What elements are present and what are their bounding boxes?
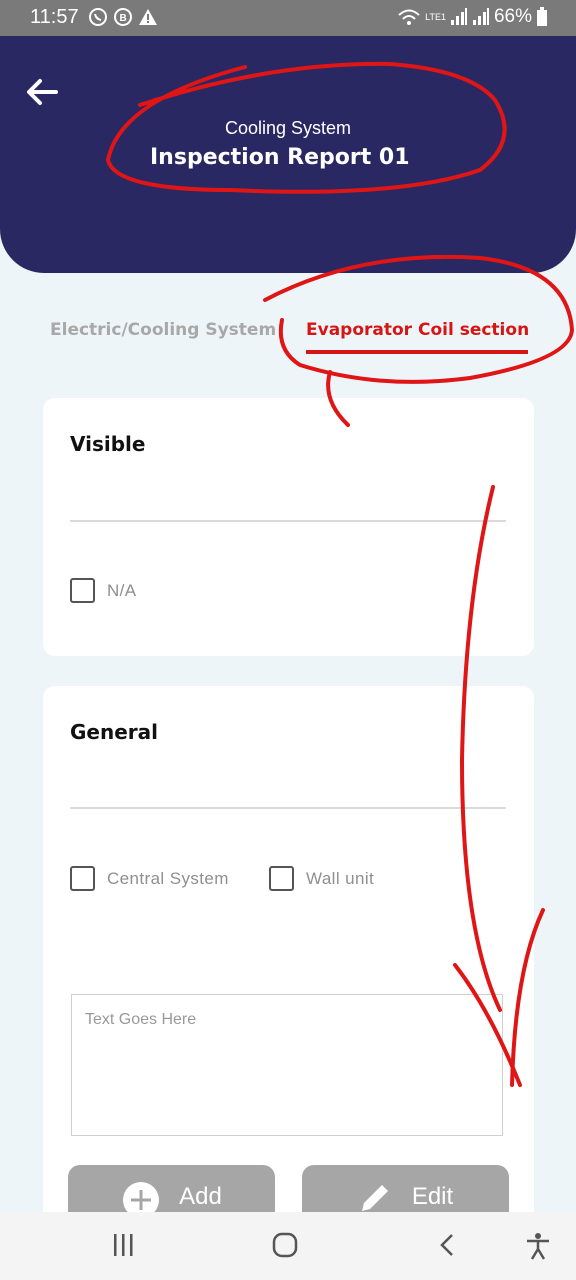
status-bar: 11:57 B LTE1 66% xyxy=(0,0,576,36)
back-nav-icon[interactable] xyxy=(438,1232,456,1258)
wifi-icon xyxy=(398,9,420,25)
b-icon: B xyxy=(114,8,132,26)
home-icon[interactable] xyxy=(272,1232,298,1258)
warning-icon xyxy=(139,9,157,25)
accessibility-icon[interactable] xyxy=(524,1232,552,1260)
na-checkbox-label: N/A xyxy=(107,580,137,600)
general-input-line[interactable] xyxy=(70,807,506,809)
notes-textarea[interactable]: Text Goes Here xyxy=(71,994,503,1136)
visible-section-title: Visible xyxy=(70,432,146,456)
wall-unit-checkbox-row[interactable]: Wall unit xyxy=(269,866,374,891)
general-section-title: General xyxy=(70,720,158,744)
system-nav-bar xyxy=(0,1212,576,1280)
network-label: LTE1 xyxy=(425,11,446,22)
na-checkbox-row[interactable]: N/A xyxy=(70,578,137,603)
back-button[interactable] xyxy=(24,76,64,110)
add-button-label: Add xyxy=(179,1183,222,1210)
signal-icon xyxy=(450,8,467,25)
central-system-checkbox-row[interactable]: Central System xyxy=(70,866,229,891)
app-header: Cooling System Inspection Report 01 xyxy=(0,36,576,273)
visible-section-card: Visible N/A xyxy=(43,398,534,656)
status-icons-left: B xyxy=(88,7,158,27)
general-section-card: General Central System Wall unit Text Go… xyxy=(43,686,534,1246)
whatsapp-icon xyxy=(89,8,107,26)
central-system-checkbox[interactable] xyxy=(70,866,95,891)
recent-apps-icon[interactable] xyxy=(112,1232,136,1258)
active-tab-indicator xyxy=(306,350,528,354)
header-subtitle: Cooling System xyxy=(224,118,352,138)
status-icons-right: LTE1 66% xyxy=(397,6,548,28)
tab-evaporator-coil-section[interactable]: Evaporator Coil section xyxy=(306,320,529,340)
battery-percentage: 66% xyxy=(493,6,532,27)
wall-unit-checkbox[interactable] xyxy=(269,866,294,891)
svg-text:B: B xyxy=(120,13,127,24)
arrow-left-icon xyxy=(27,79,58,105)
tab-electric-cooling-system[interactable]: Electric/Cooling System xyxy=(50,320,276,340)
edit-button-label: Edit xyxy=(411,1183,454,1210)
signal-icon xyxy=(472,8,489,25)
central-system-label: Central System xyxy=(107,868,229,888)
visible-input-line[interactable] xyxy=(70,520,506,522)
page-title: Inspection Report 01 xyxy=(150,145,410,170)
battery-icon xyxy=(537,7,547,26)
status-time: 11:57 xyxy=(30,6,79,28)
na-checkbox[interactable] xyxy=(70,578,95,603)
pencil-icon xyxy=(361,1185,388,1211)
wall-unit-label: Wall unit xyxy=(306,868,375,888)
